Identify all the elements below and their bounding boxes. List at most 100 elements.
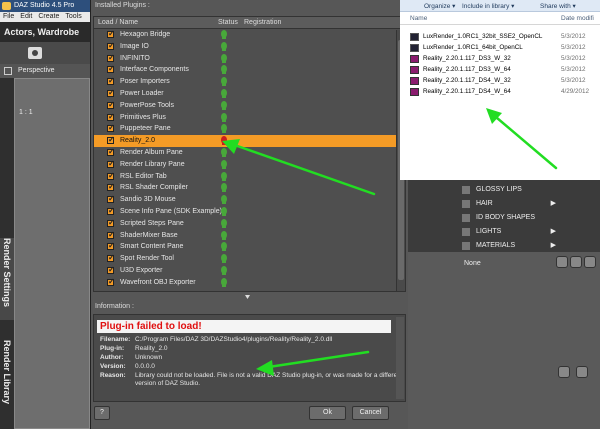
menu-tools[interactable]: Tools xyxy=(65,13,81,21)
view-grid-icon[interactable] xyxy=(570,256,582,268)
plugin-row[interactable]: Primitives Plus xyxy=(94,112,405,124)
info-scrollbar[interactable] xyxy=(396,317,404,399)
panel-splitter[interactable] xyxy=(93,294,406,300)
plugin-row[interactable]: RSL Shader Compiler xyxy=(94,182,405,194)
ok-button[interactable]: Ok xyxy=(309,406,346,420)
column-load-name[interactable]: Load / Name xyxy=(98,19,138,26)
menu-create[interactable]: Create xyxy=(38,13,59,21)
load-checkbox[interactable] xyxy=(107,53,115,62)
content-item-materials[interactable]: MATERIALS ▶ xyxy=(462,240,558,252)
load-checkbox[interactable] xyxy=(107,253,115,263)
status-loaded-icon xyxy=(221,265,227,275)
cancel-button[interactable]: Cancel xyxy=(352,406,389,420)
plugin-row[interactable]: Puppeteer Pane xyxy=(94,123,405,135)
content-item-glossy-lips[interactable]: GLOSSY LIPS xyxy=(462,184,558,196)
plugin-row[interactable]: Scene Info Pane (SDK Example) xyxy=(94,206,405,218)
viewport-layout-icon[interactable] xyxy=(4,67,12,75)
rar-archive-icon xyxy=(410,77,419,85)
plugin-row[interactable]: Poser Importers xyxy=(94,76,405,88)
status-loaded-icon xyxy=(221,171,227,181)
share-with-menu[interactable]: Share with ▾ xyxy=(540,2,576,10)
app-toolbar xyxy=(0,42,90,64)
viewport[interactable]: 1 : 1 xyxy=(14,78,90,429)
none-label: None xyxy=(464,260,481,267)
load-checkbox[interactable] xyxy=(107,112,115,121)
camera-icon[interactable] xyxy=(28,47,42,59)
plugin-row[interactable]: Render Library Pane xyxy=(94,159,405,171)
column-status[interactable]: Status xyxy=(218,19,238,26)
column-date-modified[interactable]: Date modifi xyxy=(561,15,594,22)
load-checkbox[interactable] xyxy=(107,218,115,227)
help-button[interactable]: ? xyxy=(94,406,110,420)
tab-render-library[interactable]: Render Library xyxy=(0,340,14,420)
plugin-name: Reality_2.0 xyxy=(120,137,156,145)
tab-render-settings[interactable]: Render Settings xyxy=(0,238,14,320)
options-icon[interactable] xyxy=(584,256,596,268)
plugin-row[interactable]: Wavefront OBJ Exporter xyxy=(94,277,405,289)
load-checkbox[interactable] xyxy=(107,123,115,133)
plugin-row[interactable]: Interface Components xyxy=(94,64,405,76)
file-row[interactable]: Reality_2.20.1.117_DS3_W_32 5/3/2012 xyxy=(400,53,600,64)
status-loaded-icon xyxy=(221,88,227,98)
view-list-icon[interactable] xyxy=(556,256,568,268)
plugin-row[interactable]: INFINITO xyxy=(94,53,405,65)
plugin-row[interactable]: Smart Content Pane xyxy=(94,241,405,253)
load-checkbox[interactable] xyxy=(107,41,115,50)
load-checkbox[interactable] xyxy=(107,159,115,168)
load-checkbox[interactable] xyxy=(107,147,115,156)
load-checkbox[interactable] xyxy=(107,182,115,192)
load-checkbox[interactable] xyxy=(107,206,115,215)
plugin-row[interactable]: Power Loader xyxy=(94,88,405,100)
menu-file[interactable]: File xyxy=(3,13,14,21)
rar-archive-icon xyxy=(410,66,419,74)
load-checkbox[interactable] xyxy=(107,277,115,286)
menu-edit[interactable]: Edit xyxy=(20,13,32,21)
load-checkbox[interactable] xyxy=(107,194,115,204)
content-item-hair[interactable]: HAIR ▶ xyxy=(462,198,558,210)
file-row[interactable]: LuxRender_1.0RC1_32bit_SSE2_OpenCL 5/3/20… xyxy=(400,31,600,42)
plugin-row[interactable]: U3D Exporter xyxy=(94,265,405,277)
plugin-row[interactable]: Hexagon Bridge xyxy=(94,29,405,41)
file-name: Reality_2.20.1.117_DS4_W_32 xyxy=(423,77,511,84)
organize-menu[interactable]: Organize ▾ xyxy=(424,2,455,10)
viewport-camera-label[interactable]: Perspective xyxy=(18,67,55,74)
content-item-lights[interactable]: LIGHTS ▶ xyxy=(462,226,558,238)
plugin-row[interactable]: RSL Editor Tab xyxy=(94,171,405,183)
include-in-library-menu[interactable]: Include in library ▾ xyxy=(462,2,514,10)
refresh-icon[interactable] xyxy=(576,366,588,378)
load-checkbox[interactable] xyxy=(107,171,115,180)
plugin-row[interactable]: Reality_2.0 xyxy=(94,135,405,147)
file-name: Reality_2.20.1.117_DS3_W_32 xyxy=(423,55,511,62)
plugin-row[interactable]: ShaderMixer Base xyxy=(94,230,405,242)
column-name[interactable]: Name xyxy=(410,15,427,22)
load-checkbox[interactable] xyxy=(107,76,115,86)
plugin-row[interactable]: Image IO xyxy=(94,41,405,53)
plugin-row[interactable]: Scripted Steps Pane xyxy=(94,218,405,230)
file-row[interactable]: Reality_2.20.1.117_DS4_W_32 5/3/2012 xyxy=(400,75,600,86)
file-name: Reality_2.20.1.117_DS4_W_64 xyxy=(423,88,511,95)
load-checkbox[interactable] xyxy=(107,100,115,109)
file-date: 5/3/2012 xyxy=(561,44,586,51)
rar-archive-icon xyxy=(410,88,419,96)
info-version: 0.0.0.0 xyxy=(135,363,155,370)
plugin-row[interactable]: Sandio 3D Mouse xyxy=(94,194,405,206)
load-checkbox[interactable] xyxy=(107,241,115,251)
info-filename-row: Filename: C:/Program Files/DAZ 3D/DAZStud… xyxy=(100,336,333,343)
load-checkbox[interactable] xyxy=(107,230,115,239)
load-checkbox[interactable] xyxy=(107,265,115,274)
add-icon[interactable] xyxy=(558,366,570,378)
load-checkbox[interactable] xyxy=(107,88,115,97)
plugin-row[interactable]: Spot Render Tool xyxy=(94,253,405,265)
status-loaded-icon xyxy=(221,112,227,122)
file-row[interactable]: Reality_2.20.1.117_DS3_W_64 5/3/2012 xyxy=(400,64,600,75)
plugin-row[interactable]: Render Album Pane xyxy=(94,147,405,159)
load-checkbox[interactable] xyxy=(107,29,115,38)
actors-wardrobe-tab[interactable]: Actors, Wardrobe xyxy=(0,22,90,42)
load-checkbox[interactable] xyxy=(107,64,115,74)
column-registration[interactable]: Registration xyxy=(244,19,281,26)
content-item-id-body-shapes[interactable]: ID BODY SHAPES xyxy=(462,212,558,224)
file-row[interactable]: Reality_2.20.1.117_DS4_W_64 4/29/2012 xyxy=(400,86,600,97)
load-checkbox[interactable] xyxy=(107,135,115,145)
file-row[interactable]: LuxRender_1.0RC1_64bit_OpenCL 5/3/2012 xyxy=(400,42,600,53)
plugin-row[interactable]: PowerPose Tools xyxy=(94,100,405,112)
